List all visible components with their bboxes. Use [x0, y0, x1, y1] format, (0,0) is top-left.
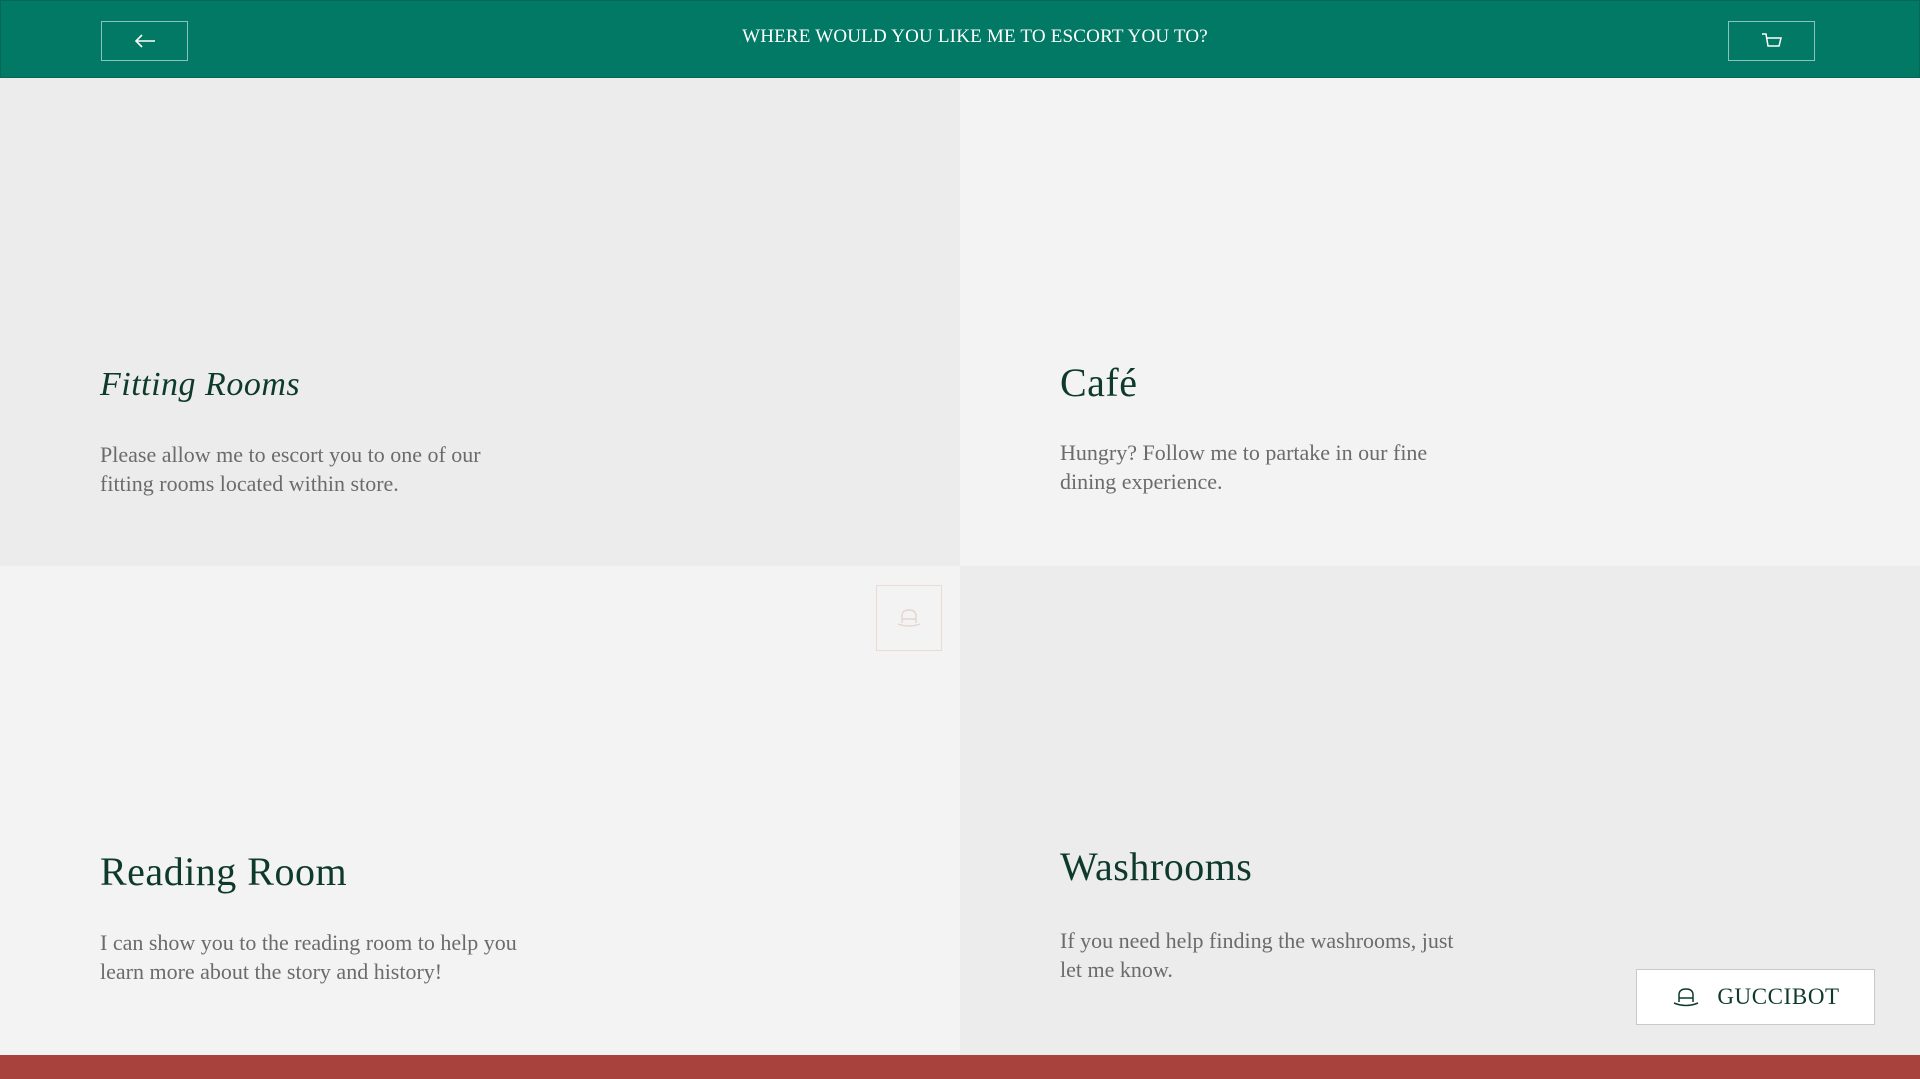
destination-description: Please allow me to escort you to one of …: [100, 442, 481, 496]
destination-title: Reading Room: [100, 849, 348, 894]
page-title: WHERE WOULD YOU LIKE ME TO ESCORT YOU TO…: [742, 26, 1208, 47]
hat-icon: [897, 609, 921, 627]
destination-title: Fitting Rooms: [100, 366, 301, 403]
hat-icon: [1674, 988, 1699, 1007]
destination-reading-room[interactable]: Reading Room I can show you to the readi…: [0, 566, 960, 1055]
destination-cafe[interactable]: Café Hungry? Follow me to partake in our…: [960, 78, 1920, 566]
destination-description: I can show you to the reading room to he…: [100, 930, 517, 984]
destination-title: Café: [1060, 360, 1138, 405]
top-bar: WHERE WOULD YOU LIKE ME TO ESCORT YOU TO…: [0, 0, 1920, 78]
guccibot-button[interactable]: GUCCIBOT: [1636, 969, 1875, 1025]
destination-title: Washrooms: [1060, 844, 1253, 889]
destination-fitting-rooms[interactable]: Fitting Rooms Please allow me to escort …: [0, 78, 960, 566]
shopping-bag-icon: [1761, 33, 1782, 47]
faded-hat-icon-frame: [876, 585, 942, 651]
destination-description: Hungry? Follow me to partake in our fine…: [1060, 440, 1428, 494]
destination-grid: Fitting Rooms Please allow me to escort …: [0, 78, 1920, 1055]
cart-button[interactable]: [1728, 21, 1815, 61]
destination-description: If you need help finding the washrooms, …: [1060, 928, 1454, 982]
guccibot-label: GUCCIBOT: [1717, 984, 1840, 1009]
footer-bar: [0, 1055, 1920, 1079]
